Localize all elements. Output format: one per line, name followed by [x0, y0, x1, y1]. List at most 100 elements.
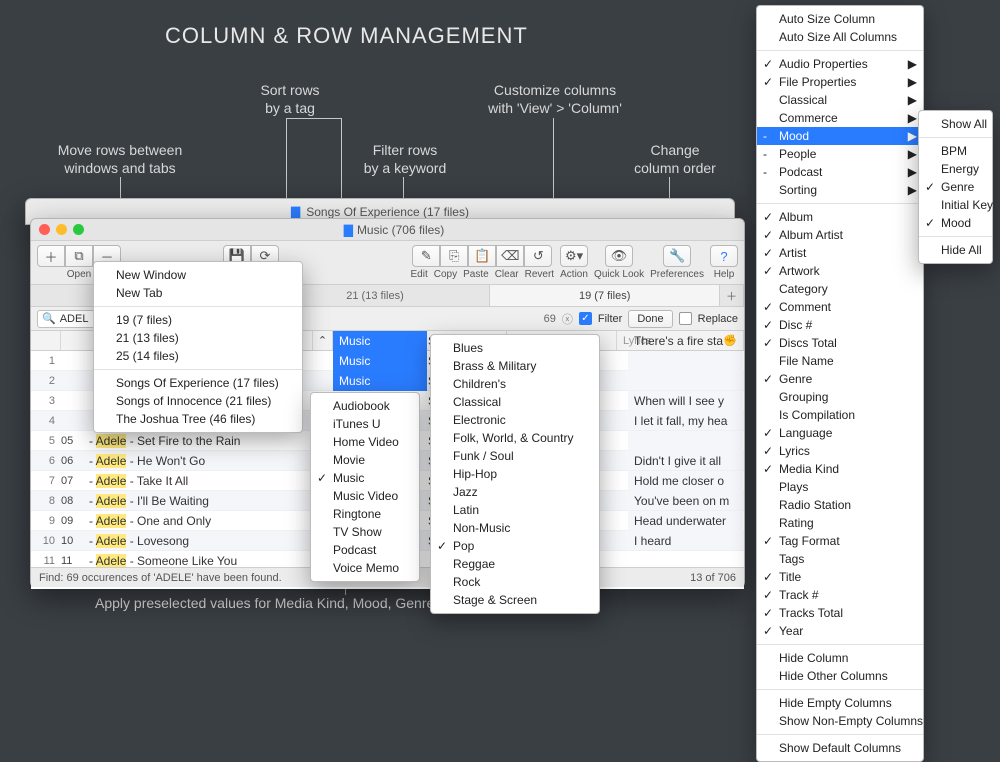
menu-item[interactable]: Children's [431, 375, 599, 393]
menu-item[interactable]: ✓Music [311, 469, 419, 487]
revert-button[interactable]: ↺ [524, 245, 552, 267]
menu-item[interactable]: ✓Genre [757, 370, 923, 388]
menu-item[interactable]: Hip-Hop [431, 465, 599, 483]
menu-item[interactable]: Electronic [431, 411, 599, 429]
clear-button[interactable]: ⌫ [496, 245, 524, 267]
menu-item[interactable]: Plays [757, 478, 923, 496]
menu-item[interactable]: ✓Mood [919, 214, 992, 232]
preferences-button[interactable]: 🔧 [663, 245, 691, 267]
menu-item[interactable]: Songs Of Experience (17 files) [94, 374, 302, 392]
menu-item[interactable]: Show Non-Empty Columns [757, 712, 923, 730]
open-plus[interactable]: ＋ [37, 245, 65, 267]
menu-item[interactable]: ✓Comment [757, 298, 923, 316]
menu-item[interactable]: Energy [919, 160, 992, 178]
menu-item[interactable]: Non-Music [431, 519, 599, 537]
quicklook-button[interactable]: 👁 [605, 245, 633, 267]
menu-item[interactable]: Show Default Columns [757, 739, 923, 757]
menu-item[interactable]: Rating [757, 514, 923, 532]
menu-item[interactable]: Rock [431, 573, 599, 591]
menu-item[interactable]: Latin [431, 501, 599, 519]
menu-item[interactable]: Classical▶ [757, 91, 923, 109]
menu-item[interactable]: ✓Language [757, 424, 923, 442]
menu-item[interactable]: ✓Tag Format [757, 532, 923, 550]
menu-item[interactable]: Is Compilation [757, 406, 923, 424]
menu-item[interactable]: New Tab [94, 284, 302, 302]
menu-item[interactable]: Category [757, 280, 923, 298]
menu-item[interactable]: Jazz [431, 483, 599, 501]
menu-item[interactable]: ✓Album [757, 208, 923, 226]
menu-item[interactable]: Radio Station [757, 496, 923, 514]
replace-checkbox[interactable] [679, 312, 692, 325]
mk-cell[interactable]: Music [333, 371, 427, 391]
open-windows[interactable]: ⧉ [65, 245, 93, 267]
menu-item[interactable]: Tags [757, 550, 923, 568]
tab-2[interactable]: 19 (7 files) [490, 285, 720, 306]
menu-item[interactable]: -Mood▶ [757, 127, 923, 145]
menu-item[interactable]: -Podcast▶ [757, 163, 923, 181]
open-menu[interactable]: New WindowNew Tab 19 (7 files)21 (13 file… [93, 261, 303, 433]
menu-item[interactable]: Stage & Screen [431, 591, 599, 609]
menu-item[interactable]: ✓Track # [757, 586, 923, 604]
genre-menu[interactable]: BluesBrass & MilitaryChildren'sClassical… [430, 334, 600, 614]
done-button[interactable]: Done [628, 310, 672, 328]
filter-checkbox[interactable]: ✓ [579, 312, 592, 325]
menu-item[interactable]: Classical [431, 393, 599, 411]
menu-item[interactable]: Hide Column [757, 649, 923, 667]
menu-item[interactable]: Initial Key [919, 196, 992, 214]
menu-item[interactable]: ✓Genre [919, 178, 992, 196]
menu-item[interactable]: Hide All [919, 241, 992, 259]
menu-item[interactable]: iTunes U [311, 415, 419, 433]
menu-item[interactable]: Grouping [757, 388, 923, 406]
menu-item[interactable]: ✓Lyrics [757, 442, 923, 460]
action-button[interactable]: ⚙︎▾ [560, 245, 588, 267]
menu-item[interactable]: Audiobook [311, 397, 419, 415]
menu-item[interactable]: Auto Size Column [757, 10, 923, 28]
menu-item[interactable]: ✓Title [757, 568, 923, 586]
window-minimize[interactable] [56, 224, 67, 235]
menu-item[interactable]: Movie [311, 451, 419, 469]
menu-item[interactable]: Podcast [311, 541, 419, 559]
menu-item[interactable]: Folk, World, & Country [431, 429, 599, 447]
window-close[interactable] [39, 224, 50, 235]
menu-item[interactable]: Home Video [311, 433, 419, 451]
menu-item[interactable]: The Joshua Tree (46 files) [94, 410, 302, 428]
menu-item[interactable]: BPM [919, 142, 992, 160]
menu-item[interactable]: Ringtone [311, 505, 419, 523]
menu-item[interactable]: 21 (13 files) [94, 329, 302, 347]
menu-item[interactable]: Funk / Soul [431, 447, 599, 465]
clear-filter-icon[interactable]: ⓧ [562, 311, 573, 327]
menu-item[interactable]: ✓Artist [757, 244, 923, 262]
menu-item[interactable]: 25 (14 files) [94, 347, 302, 365]
menu-item[interactable]: Show All [919, 115, 992, 133]
menu-item[interactable]: Songs of Innocence (21 files) [94, 392, 302, 410]
mood-submenu[interactable]: Show All BPMEnergy✓GenreInitial Key✓Mood H… [918, 110, 993, 264]
copy-button[interactable]: ⎘ [440, 245, 468, 267]
menu-item[interactable]: ✓Media Kind [757, 460, 923, 478]
mk-cell[interactable]: Music [333, 331, 427, 351]
column-context-menu[interactable]: Auto Size ColumnAuto Size All Columns ✓Au… [756, 5, 924, 762]
menu-item[interactable]: File Name [757, 352, 923, 370]
menu-item[interactable]: ✓Disc # [757, 316, 923, 334]
menu-item[interactable]: TV Show [311, 523, 419, 541]
menu-item[interactable]: ✓Audio Properties▶ [757, 55, 923, 73]
menu-item[interactable]: Commerce▶ [757, 109, 923, 127]
menu-item[interactable]: Auto Size All Columns [757, 28, 923, 46]
mk-cell[interactable]: Music [333, 351, 427, 371]
menu-item[interactable]: ✓Tracks Total [757, 604, 923, 622]
help-button[interactable]: ? [710, 245, 738, 267]
menu-item[interactable]: Sorting▶ [757, 181, 923, 199]
sort-indicator[interactable]: ⌃ [313, 331, 333, 350]
menu-item[interactable]: 19 (7 files) [94, 311, 302, 329]
menu-item[interactable]: Hide Other Columns [757, 667, 923, 685]
menu-item[interactable]: ✓Artwork [757, 262, 923, 280]
menu-item[interactable]: New Window [94, 266, 302, 284]
menu-item[interactable]: Brass & Military [431, 357, 599, 375]
menu-item[interactable]: ✓Pop [431, 537, 599, 555]
paste-button[interactable]: 📋 [468, 245, 496, 267]
menu-item[interactable]: -People▶ [757, 145, 923, 163]
menu-item[interactable]: Voice Memo [311, 559, 419, 577]
menu-item[interactable]: Reggae [431, 555, 599, 573]
mediakind-menu[interactable]: AudiobookiTunes UHome VideoMovie✓MusicMu… [310, 392, 420, 582]
menu-item[interactable]: Blues [431, 339, 599, 357]
tab-add[interactable]: ＋ [720, 285, 744, 306]
